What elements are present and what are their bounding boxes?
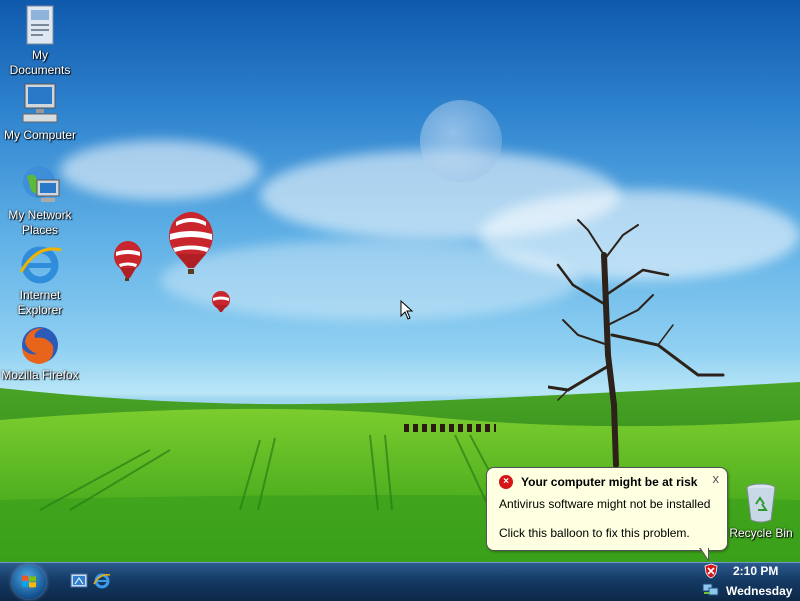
cloud bbox=[60, 140, 260, 200]
my-computer-label: My Computer bbox=[3, 128, 77, 142]
internet-explorer-desktop-icon[interactable]: Internet Explorer bbox=[0, 242, 80, 318]
my-computer-icon bbox=[22, 83, 58, 123]
my-documents-label: My Documents bbox=[9, 48, 71, 77]
my-documents-icon bbox=[26, 5, 54, 45]
start-button[interactable] bbox=[12, 565, 46, 599]
internet-explorer-quicklaunch-icon[interactable] bbox=[93, 572, 111, 590]
desktop[interactable]: My Documents My Computer My Network Plac… bbox=[0, 0, 800, 562]
mouse-pointer-icon bbox=[400, 300, 414, 320]
taskbar-clock-time[interactable]: 2:10 PM bbox=[733, 564, 778, 578]
balloon-message-line1: Antivirus software might not be installe… bbox=[499, 497, 711, 511]
balloon-large bbox=[169, 212, 213, 274]
windows-logo-icon bbox=[22, 575, 36, 588]
my-documents-desktop-icon[interactable]: My Documents bbox=[0, 2, 80, 78]
my-network-places-desktop-icon[interactable]: My Network Places bbox=[0, 162, 80, 238]
internet-explorer-label: Internet Explorer bbox=[17, 288, 63, 317]
balloon-tail-fill bbox=[700, 547, 708, 559]
recycle-bin-label: Recycle Bin bbox=[729, 526, 793, 540]
firefox-icon bbox=[22, 327, 58, 364]
taskbar-clock-day[interactable]: Wednesday bbox=[726, 584, 792, 598]
network-icon[interactable] bbox=[702, 583, 720, 597]
taskbar: 2:10 PM Wednesday bbox=[0, 562, 800, 601]
horses-graphic bbox=[404, 424, 496, 432]
security-alert-balloon[interactable]: × Your computer might be at risk x Antiv… bbox=[486, 467, 728, 562]
hot-air-balloons-graphic bbox=[114, 212, 230, 312]
balloon-message-line2: Click this balloon to fix this problem. bbox=[499, 526, 690, 540]
security-shield-icon[interactable] bbox=[703, 563, 719, 579]
balloon-title: Your computer might be at risk bbox=[521, 475, 698, 489]
recycle-bin-desktop-icon[interactable]: Recycle Bin bbox=[721, 480, 800, 541]
warning-shield-icon: × bbox=[499, 475, 513, 489]
my-computer-desktop-icon[interactable]: My Computer bbox=[0, 82, 80, 143]
tree-graphic bbox=[548, 219, 725, 468]
mozilla-firefox-desktop-icon[interactable]: Mozilla Firefox bbox=[0, 322, 80, 383]
network-places-icon bbox=[23, 166, 60, 202]
recycle-bin-icon bbox=[746, 483, 776, 523]
mozilla-firefox-label: Mozilla Firefox bbox=[1, 368, 79, 382]
show-desktop-icon[interactable] bbox=[70, 572, 88, 590]
balloon-small bbox=[212, 291, 230, 312]
moon-graphic bbox=[420, 100, 502, 182]
internet-explorer-icon bbox=[19, 246, 62, 284]
balloon-left bbox=[114, 241, 142, 281]
balloon-close-button[interactable]: x bbox=[713, 471, 720, 486]
my-network-places-label: My Network Places bbox=[8, 208, 72, 237]
